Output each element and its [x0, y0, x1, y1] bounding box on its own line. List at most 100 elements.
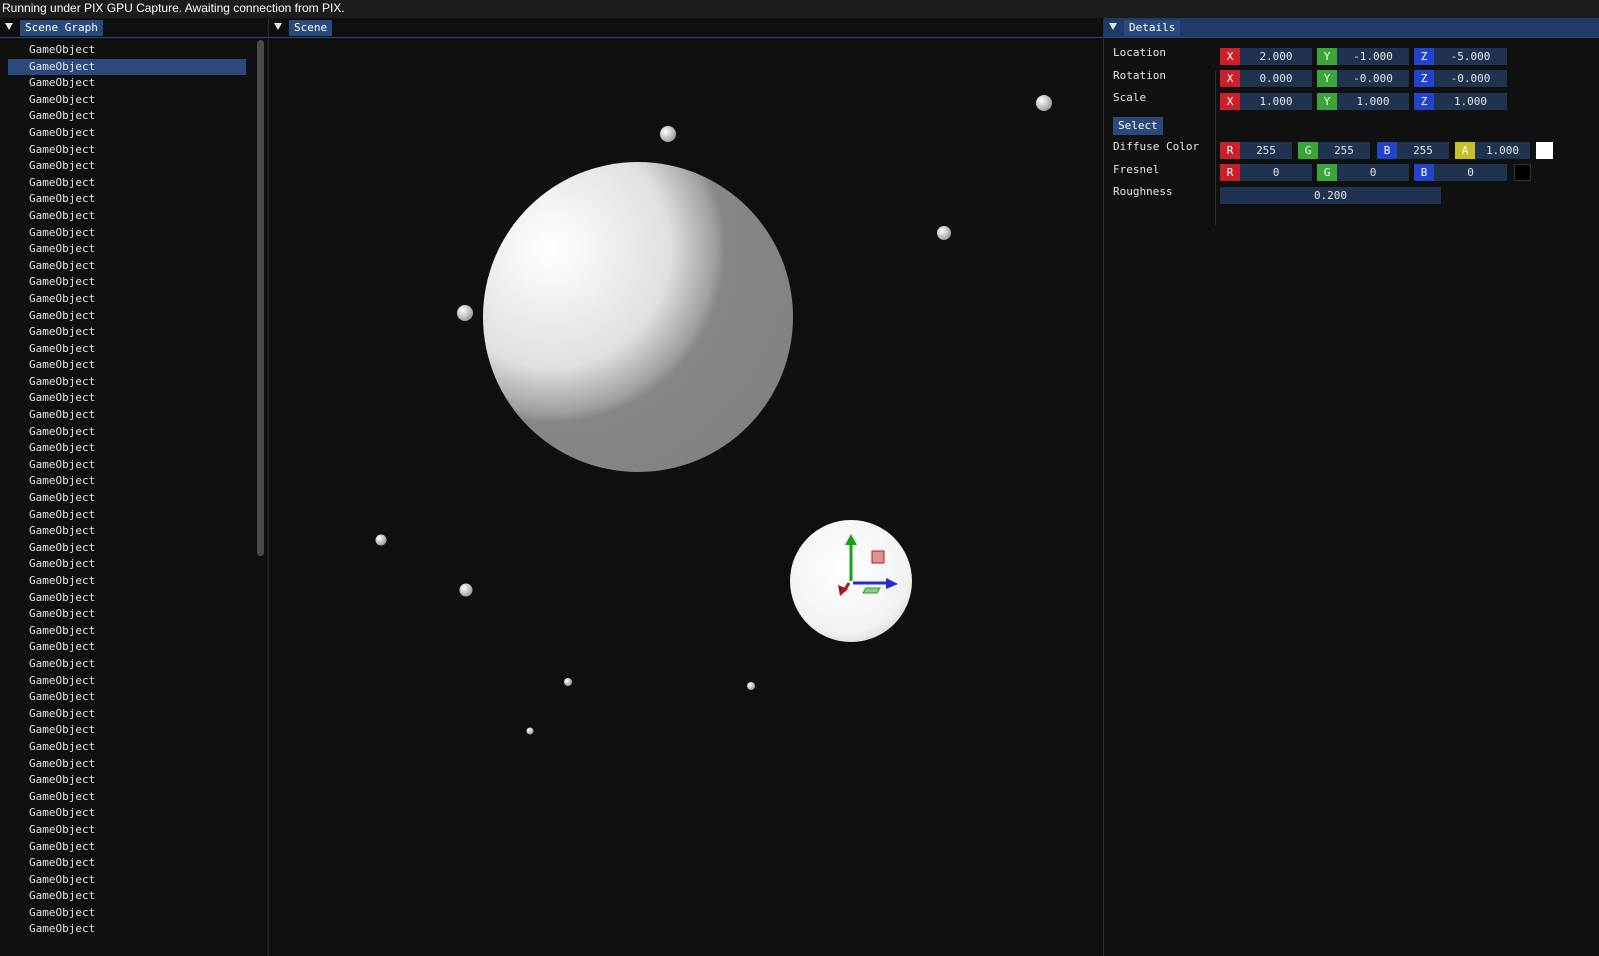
scene-graph-item[interactable]: GameObject [8, 540, 246, 557]
scene-graph-item[interactable]: GameObject [8, 473, 246, 490]
scene-graph-item[interactable]: GameObject [8, 58, 246, 76]
scene-graph-item[interactable]: GameObject [8, 855, 246, 872]
scene-graph-item[interactable]: GameObject [8, 507, 246, 524]
scene-graph-item[interactable]: GameObject [8, 374, 246, 391]
collapse-arrow-icon[interactable] [1109, 23, 1117, 30]
scene-graph-item[interactable]: GameObject [8, 390, 246, 407]
scene-graph-tab[interactable]: Scene Graph [20, 20, 103, 36]
small-sphere[interactable] [375, 534, 387, 546]
details-separator [1215, 71, 1216, 225]
scene-graph-item[interactable]: GameObject [8, 42, 246, 59]
fresnel-g-field[interactable]: 0 [1337, 164, 1409, 181]
large-sphere[interactable] [483, 162, 793, 472]
scene-graph-item[interactable]: GameObject [8, 772, 246, 789]
collapse-arrow-icon[interactable] [274, 23, 282, 30]
small-sphere[interactable] [459, 583, 473, 597]
scene-graph-item[interactable]: GameObject [8, 905, 246, 922]
scene-graph-item[interactable]: GameObject [8, 606, 246, 623]
scene-graph-item[interactable]: GameObject [8, 839, 246, 856]
small-sphere[interactable] [457, 305, 473, 321]
diffuse-color-fields: R 255 G 255 B 255 A 1.000 [1220, 142, 1555, 159]
rotation-y-field[interactable]: -0.000 [1337, 70, 1409, 87]
select-button[interactable]: Select [1113, 117, 1163, 135]
scene-graph-item[interactable]: GameObject [8, 108, 246, 125]
scene-graph-item[interactable]: GameObject [8, 75, 246, 92]
y-axis-tag: Y [1317, 48, 1337, 65]
scene-graph-item[interactable]: GameObject [8, 722, 246, 739]
scene-graph-item[interactable]: GameObject [8, 921, 246, 938]
small-sphere[interactable] [937, 226, 951, 240]
scene-graph-item[interactable]: GameObject [8, 158, 246, 175]
fresnel-r-field[interactable]: 0 [1240, 164, 1312, 181]
scene-graph-item[interactable]: GameObject [8, 175, 246, 192]
rotation-z-field[interactable]: -0.000 [1434, 70, 1507, 87]
scene-graph-item[interactable]: GameObject [8, 872, 246, 889]
diffuse-color-swatch[interactable] [1536, 142, 1553, 159]
diffuse-r-field[interactable]: 255 [1240, 142, 1292, 159]
scene-graph-item[interactable]: GameObject [8, 308, 246, 325]
scene-graph-item[interactable]: GameObject [8, 208, 246, 225]
diffuse-g-field[interactable]: 255 [1318, 142, 1370, 159]
diffuse-b-field[interactable]: 255 [1397, 142, 1449, 159]
location-y-field[interactable]: -1.000 [1337, 48, 1409, 65]
scene-graph-scrollbar[interactable] [257, 40, 264, 556]
scene-graph-item[interactable]: GameObject [8, 125, 246, 142]
scene-graph-item[interactable]: GameObject [8, 142, 246, 159]
scene-graph-item[interactable]: GameObject [8, 639, 246, 656]
small-sphere[interactable] [747, 682, 755, 690]
roughness-slider[interactable]: 0.200 [1220, 187, 1441, 204]
scene-graph-item[interactable]: GameObject [8, 341, 246, 358]
scene-graph-item[interactable]: GameObject [8, 440, 246, 457]
scene-graph-item[interactable]: GameObject [8, 274, 246, 291]
location-x-field[interactable]: 2.000 [1240, 48, 1312, 65]
scale-label: Scale [1113, 91, 1147, 104]
scene-graph-item[interactable]: GameObject [8, 424, 246, 441]
scene-graph-item[interactable]: GameObject [8, 523, 246, 540]
roughness-fields: 0.200 [1220, 187, 1441, 204]
small-sphere[interactable] [1036, 95, 1052, 111]
scene-graph-item[interactable]: GameObject [8, 457, 246, 474]
scene-graph-item[interactable]: GameObject [8, 324, 246, 341]
collapse-arrow-icon[interactable] [5, 23, 13, 30]
location-z-field[interactable]: -5.000 [1434, 48, 1507, 65]
diffuse-a-field[interactable]: 1.000 [1475, 142, 1530, 159]
scene-graph-item[interactable]: GameObject [8, 92, 246, 109]
scene-graph-item[interactable]: GameObject [8, 805, 246, 822]
scene-graph-item[interactable]: GameObject [8, 822, 246, 839]
scene-viewport[interactable] [269, 38, 1103, 956]
small-sphere[interactable] [660, 126, 676, 142]
scene-graph-item[interactable]: GameObject [8, 225, 246, 242]
scene-graph-titlebar: Scene Graph [0, 18, 268, 38]
scale-y-field[interactable]: 1.000 [1337, 93, 1409, 110]
scale-x-field[interactable]: 1.000 [1240, 93, 1312, 110]
scene-graph-item[interactable]: GameObject [8, 407, 246, 424]
scene-graph-item[interactable]: GameObject [8, 573, 246, 590]
scene-graph-item[interactable]: GameObject [8, 673, 246, 690]
fresnel-color-swatch[interactable] [1514, 164, 1531, 181]
scene-graph-item[interactable]: GameObject [8, 490, 246, 507]
scene-graph-item[interactable]: GameObject [8, 291, 246, 308]
details-tab[interactable]: Details [1124, 20, 1181, 36]
scene-graph-item[interactable]: GameObject [8, 357, 246, 374]
scene-graph-item[interactable]: GameObject [8, 556, 246, 573]
scale-z-field[interactable]: 1.000 [1434, 93, 1507, 110]
scene-tab[interactable]: Scene [289, 20, 333, 36]
scene-graph-item[interactable]: GameObject [8, 241, 246, 258]
rotation-x-field[interactable]: 0.000 [1240, 70, 1312, 87]
z-axis-tag: Z [1414, 48, 1434, 65]
fresnel-b-field[interactable]: 0 [1434, 164, 1507, 181]
status-text: Running under PIX GPU Capture. Awaiting … [2, 1, 345, 15]
scene-graph-item[interactable]: GameObject [8, 656, 246, 673]
scene-graph-item[interactable]: GameObject [8, 623, 246, 640]
scene-graph-item[interactable]: GameObject [8, 689, 246, 706]
scene-graph-item[interactable]: GameObject [8, 706, 246, 723]
scene-graph-item[interactable]: GameObject [8, 590, 246, 607]
scene-graph-item[interactable]: GameObject [8, 191, 246, 208]
small-sphere[interactable] [526, 727, 534, 735]
scene-graph-item[interactable]: GameObject [8, 756, 246, 773]
scene-graph-item[interactable]: GameObject [8, 739, 246, 756]
scene-graph-item[interactable]: GameObject [8, 789, 246, 806]
small-sphere[interactable] [564, 678, 572, 686]
scene-graph-item[interactable]: GameObject [8, 888, 246, 905]
scene-graph-item[interactable]: GameObject [8, 258, 246, 275]
